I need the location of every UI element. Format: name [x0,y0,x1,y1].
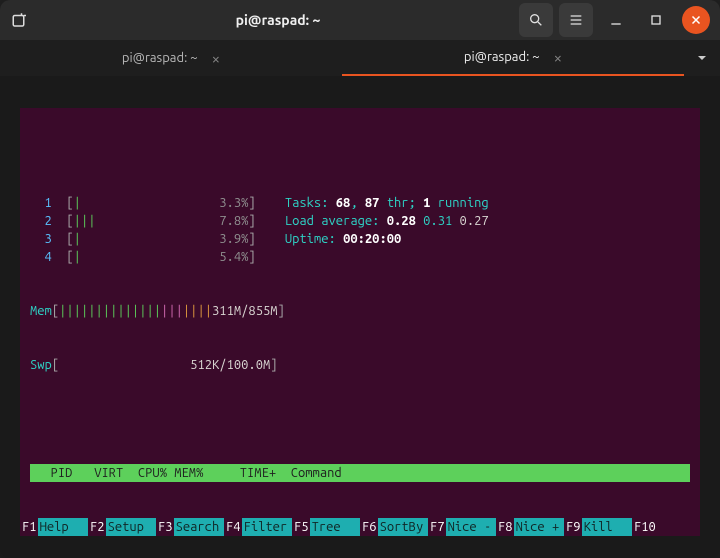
fn-F3[interactable]: F3Search [156,518,224,536]
titlebar: pi@raspad: ~ [0,0,720,40]
new-tab-button[interactable] [0,0,40,40]
fn-F10[interactable]: F10 [632,518,700,536]
tab-1[interactable]: pi@raspad: ~ × [342,40,684,76]
hamburger-menu-button[interactable] [559,3,593,37]
cpu-meter-3: 3 [| 3.9%] Uptime: 00:20:00 [30,230,690,248]
fn-F8[interactable]: F8Nice + [496,518,564,536]
fn-F4[interactable]: F4Filter [224,518,292,536]
terminal-viewport[interactable]: 1 [| 3.3%] Tasks: 68, 87 thr; 1 running2… [20,108,700,536]
tab-label: pi@raspad: ~ [464,50,540,64]
function-key-bar: F1Help F2Setup F3SearchF4FilterF5Tree F6… [20,518,700,536]
search-button[interactable] [519,3,553,37]
cpu-meter-4: 4 [| 5.4%] [30,248,690,266]
process-header[interactable]: PID VIRT CPU% MEM% TIME+ Command [30,464,690,482]
close-icon[interactable]: × [212,50,220,67]
fn-F6[interactable]: F6SortBy [360,518,428,536]
fn-F9[interactable]: F9Kill [564,518,632,536]
mem-meter: Mem[|||||||||||||||||||||311M/855M] [30,302,690,320]
htop: 1 [| 3.3%] Tasks: 68, 87 thr; 1 running2… [20,144,700,536]
window-title: pi@raspad: ~ [236,12,321,28]
cpu-meter-1: 1 [| 3.3%] Tasks: 68, 87 thr; 1 running [30,194,690,212]
terminal-window: pi@raspad: ~ pi@raspad: ~ × pi@raspad: ~… [0,0,720,558]
tab-0[interactable]: pi@raspad: ~ × [0,40,342,76]
maximize-button[interactable] [639,3,673,37]
fn-F5[interactable]: F5Tree [292,518,360,536]
cpu-meters: 1 [| 3.3%] Tasks: 68, 87 thr; 1 running2… [30,194,690,266]
cpu-meter-2: 2 [||| 7.8%] Load average: 0.28 0.31 0.2… [30,212,690,230]
fn-F2[interactable]: F2Setup [88,518,156,536]
fn-F7[interactable]: F7Nice - [428,518,496,536]
tab-label: pi@raspad: ~ [122,51,198,65]
close-icon[interactable]: × [554,49,562,66]
tab-strip: pi@raspad: ~ × pi@raspad: ~ × [0,40,720,76]
close-button[interactable] [682,6,710,34]
swap-meter: Swp[ 512K/100.0M] [30,356,690,374]
fn-F1[interactable]: F1Help [20,518,88,536]
tab-menu-button[interactable] [684,40,720,76]
minimize-button[interactable] [599,3,633,37]
